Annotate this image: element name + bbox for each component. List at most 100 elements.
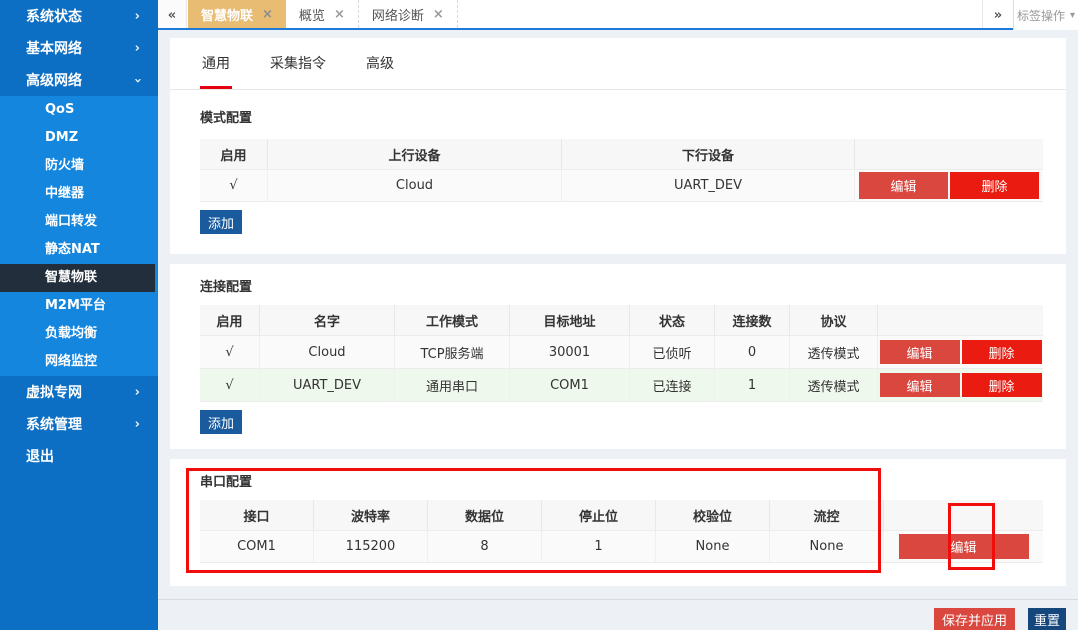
cell-enabled-check: √ [200,170,268,201]
section-title-connection-config: 连接配置 [200,264,1043,305]
tag-operations-dropdown[interactable]: 标签操作 ▾ [1013,0,1078,30]
connection-config-table: 启用 名字 工作模式 目标地址 状态 连接数 协议 √ Cloud TCP服务端… [200,305,1043,402]
subtab-general[interactable]: 通用 [200,38,232,89]
mode-config-card: 通用 采集指令 高级 模式配置 启用 上行设备 下行设备 √ Cloud [170,38,1066,254]
edit-button[interactable]: 编辑 [859,172,948,199]
sidebar-item-repeater[interactable]: 中继器 [0,180,158,208]
table-row: √ Cloud TCP服务端 30001 已侦听 0 透传模式 编辑 删除 [200,335,1043,368]
caret-down-icon: ▾ [1070,10,1075,21]
chevron-right-icon: › [135,385,140,400]
subtab-advanced[interactable]: 高级 [364,38,396,89]
cell-enabled-check: √ [200,369,260,401]
add-button[interactable]: 添加 [200,210,242,234]
tabbar-blue-underline [158,28,1013,30]
sidebar-item-dmz[interactable]: DMZ [0,124,158,152]
footer-bar: 保存并应用 重置 [158,599,1078,630]
sidebar-item-qos[interactable]: QoS [0,96,158,124]
col-header-interface: 接口 [200,500,314,530]
sidebar-item-vpn[interactable]: 虚拟专网 › [0,376,158,408]
col-header-enable: 启用 [200,305,260,335]
delete-button[interactable]: 删除 [962,340,1042,364]
chevron-right-icon: › [135,417,140,432]
table-header-row: 接口 波特率 数据位 停止位 校验位 流控 [200,500,1043,530]
col-header-actions [878,305,1043,335]
tab-label: 概览 [299,5,325,24]
close-icon[interactable]: × [433,7,444,22]
close-icon[interactable]: × [262,7,273,22]
save-and-apply-button[interactable]: 保存并应用 [934,608,1015,630]
sidebar-item-logout[interactable]: 退出 [0,440,158,472]
cell-protocol: 透传模式 [790,369,878,401]
table-header-row: 启用 上行设备 下行设备 [200,139,1043,169]
subtab-collect-commands[interactable]: 采集指令 [268,38,328,89]
close-icon[interactable]: × [334,7,345,22]
collapse-tabs-left-button[interactable]: « [158,0,187,30]
cell-interface: COM1 [200,531,314,562]
serial-config-table: 接口 波特率 数据位 停止位 校验位 流控 COM1 115200 8 1 No… [200,500,1043,563]
sidebar-item-smart-iot[interactable]: 智慧物联 [0,264,155,292]
collapse-tabs-right-button[interactable]: » [982,0,1013,30]
sidebar-item-label: 系统管理 [26,414,82,434]
sidebar-item-label: 高级网络 [26,70,82,90]
chevron-right-icon: › [135,41,140,56]
cell-target-address: 30001 [510,336,630,368]
tag-operations-label: 标签操作 [1017,7,1065,24]
table-header-row: 启用 名字 工作模式 目标地址 状态 连接数 协议 [200,305,1043,335]
tab-network-diagnosis[interactable]: 网络诊断 × [359,0,458,28]
card-bottom-padding [200,234,1043,254]
sidebar-item-advanced-network[interactable]: 高级网络 › [0,64,158,96]
table-row: √ UART_DEV 通用串口 COM1 已连接 1 透传模式 编辑 删除 [200,368,1043,401]
sidebar-item-m2m-platform[interactable]: M2M平台 [0,292,158,320]
double-chevron-left-icon: « [168,8,176,23]
col-header-enable: 启用 [200,139,268,169]
cell-baud-rate: 115200 [314,531,428,562]
delete-button[interactable]: 删除 [962,373,1042,397]
cell-stop-bits: 1 [542,531,656,562]
tab-overview[interactable]: 概览 × [286,0,359,28]
double-chevron-right-icon: » [994,8,1002,23]
sidebar-item-port-forwarding[interactable]: 端口转发 [0,208,158,236]
chevron-down-icon: › [130,77,145,82]
cell-protocol: 透传模式 [790,336,878,368]
cell-enabled-check: √ [200,336,260,368]
cell-name: Cloud [260,336,395,368]
delete-button[interactable]: 删除 [950,172,1039,199]
sidebar-item-basic-network[interactable]: 基本网络 › [0,32,158,64]
sidebar-item-label: 基本网络 [26,38,82,58]
sidebar-item-network-monitor[interactable]: 网络监控 [0,348,158,376]
col-header-uplink-device: 上行设备 [268,139,562,169]
col-header-status: 状态 [630,305,715,335]
edit-button[interactable]: 编辑 [880,340,960,364]
sidebar-item-firewall[interactable]: 防火墙 [0,152,158,180]
col-header-flow-control: 流控 [770,500,884,530]
cell-name: UART_DEV [260,369,395,401]
card-bottom-padding [200,434,1043,449]
section-title-mode-config: 模式配置 [200,90,1043,139]
cell-downlink-device: UART_DEV [562,170,855,201]
cell-actions: 编辑 删除 [855,170,1043,201]
sidebar-item-label: 退出 [26,446,54,466]
tab-label: 智慧物联 [201,5,253,24]
edit-button[interactable]: 编辑 [880,373,960,397]
cell-actions: 编辑 删除 [878,336,1043,368]
cell-status: 已侦听 [630,336,715,368]
sidebar-item-system-status[interactable]: 系统状态 › [0,0,158,32]
cell-work-mode: TCP服务端 [395,336,510,368]
tab-smart-iot[interactable]: 智慧物联 × [188,0,286,28]
cell-actions: 编辑 删除 [878,369,1043,401]
sidebar-item-system-management[interactable]: 系统管理 › [0,408,158,440]
tab-bar: « 智慧物联 × 概览 × 网络诊断 × » 标签操作 ▾ [158,0,1078,30]
edit-button[interactable]: 编辑 [899,534,1029,559]
reset-button[interactable]: 重置 [1028,608,1066,630]
cell-connection-count: 0 [715,336,790,368]
sidebar-item-static-nat[interactable]: 静态NAT [0,236,158,264]
cell-target-address: COM1 [510,369,630,401]
add-button[interactable]: 添加 [200,410,242,434]
col-header-actions [884,500,1043,530]
col-header-actions [855,139,1043,169]
table-row: COM1 115200 8 1 None None 编辑 [200,530,1043,562]
cell-work-mode: 通用串口 [395,369,510,401]
table-row: √ Cloud UART_DEV 编辑 删除 [200,169,1043,201]
sidebar-item-load-balancing[interactable]: 负载均衡 [0,320,158,348]
cell-actions: 编辑 [884,531,1043,562]
